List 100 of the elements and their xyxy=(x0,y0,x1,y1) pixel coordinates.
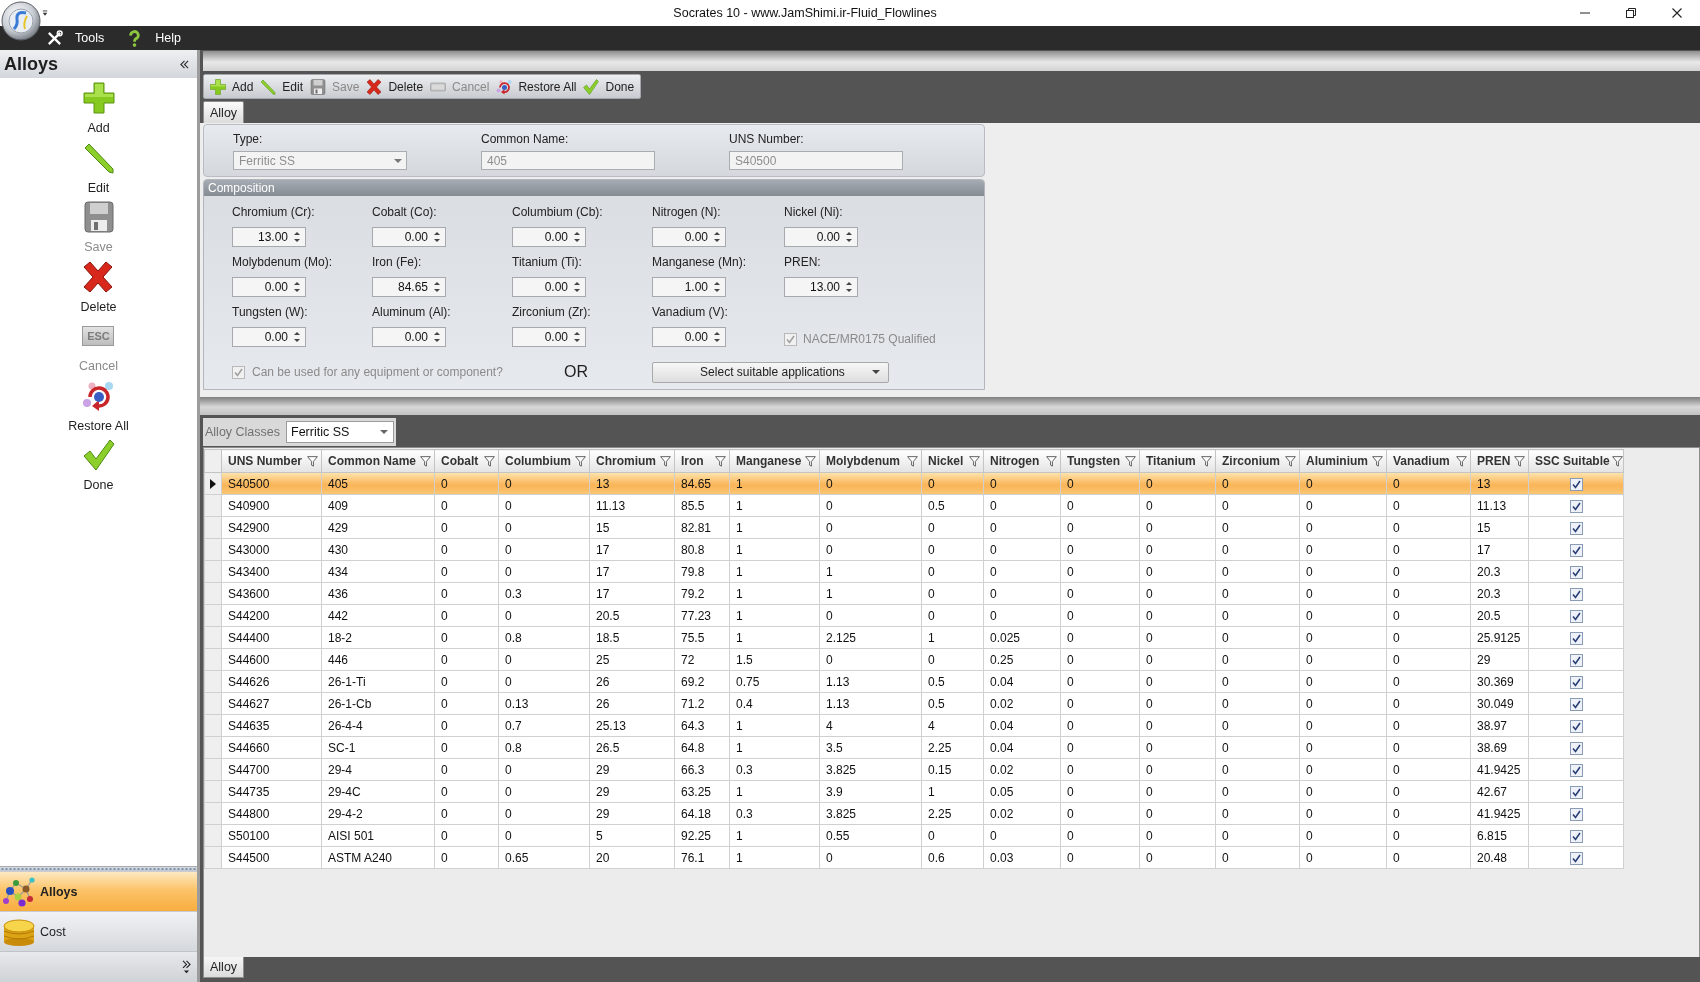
toolbar-button[interactable]: Edit xyxy=(257,75,307,98)
checkbox[interactable] xyxy=(1569,675,1583,689)
column-header[interactable]: Vanadium xyxy=(1386,449,1471,473)
checkbox[interactable] xyxy=(1569,477,1583,491)
filter-icon[interactable] xyxy=(420,455,431,467)
table-row[interactable]: S50100 AISI 501 0 0 5 92.25 1 0.55 0 0 0 0 0 0 0 6.815 xyxy=(204,824,1624,847)
column-header[interactable]: Iron xyxy=(674,449,730,473)
filter-icon[interactable] xyxy=(1514,455,1525,467)
splitter-bar[interactable] xyxy=(200,397,1700,415)
sidebar-action[interactable]: Done xyxy=(82,439,115,493)
column-header[interactable]: Nickel xyxy=(921,449,984,473)
number-spinner[interactable]: 84.65 xyxy=(372,277,446,297)
spin-arrows-icon[interactable] xyxy=(574,331,580,343)
double-chevron-left-icon[interactable] xyxy=(180,59,189,69)
column-header[interactable]: Cobalt xyxy=(434,449,499,473)
table-row[interactable]: S44735 29-4C 0 0 29 63.25 1 3.9 1 0.05 0 0 0 0 0 42.67 xyxy=(204,780,1624,803)
spin-arrows-icon[interactable] xyxy=(294,231,300,243)
column-header[interactable]: Tungsten xyxy=(1060,449,1140,473)
toolbar-button[interactable]: Restore All xyxy=(493,75,580,98)
checkbox[interactable] xyxy=(1569,631,1583,645)
checkbox[interactable] xyxy=(1569,719,1583,733)
table-row[interactable]: S44627 26-1-Cb 0 0.13 26 71.2 0.4 1.13 0.5 0.02 0 0 0 0 0 30.049 xyxy=(204,692,1624,715)
checkbox[interactable] xyxy=(1569,565,1583,579)
number-spinner[interactable]: 0.00 xyxy=(652,227,726,247)
table-row[interactable]: S44700 29-4 0 0 29 66.3 0.3 3.825 0.15 0.02 0 0 0 0 0 41.9425 xyxy=(204,758,1624,781)
spin-arrows-icon[interactable] xyxy=(846,231,852,243)
table-row[interactable]: S43400 434 0 0 17 79.8 1 1 0 0 0 0 0 0 0 20.3 xyxy=(204,560,1624,583)
table-row[interactable]: S42900 429 0 0 15 82.81 1 0 0 0 0 0 0 0 0 15 xyxy=(204,516,1624,539)
alloy-classes-dropdown[interactable]: Ferritic SS xyxy=(286,421,394,443)
column-header[interactable]: Common Name xyxy=(321,449,435,473)
spin-arrows-icon[interactable] xyxy=(294,281,300,293)
table-row[interactable]: S44500 ASTM A240 0 0.65 20 76.1 1 0 0.6 0.03 0 0 0 0 0 20.48 xyxy=(204,846,1624,869)
number-spinner[interactable]: 13.00 xyxy=(232,227,306,247)
table-row[interactable]: S43600 436 0 0.3 17 79.2 1 1 0 0 0 0 0 0 0 20.3 xyxy=(204,582,1624,605)
sidebar-action[interactable]: Restore All xyxy=(68,379,129,434)
nav-item[interactable]: Cost xyxy=(0,911,197,951)
spin-arrows-icon[interactable] xyxy=(714,281,720,293)
table-row[interactable]: S43000 430 0 0 17 80.8 1 0 0 0 0 0 0 0 0 17 xyxy=(204,538,1624,561)
filter-icon[interactable] xyxy=(969,455,980,467)
filter-icon[interactable] xyxy=(1456,455,1467,467)
tab[interactable]: Alloy xyxy=(203,101,245,123)
number-spinner[interactable]: 0.00 xyxy=(232,277,306,297)
sidebar-action[interactable]: Delete xyxy=(80,260,117,315)
sidebar-action[interactable]: Add xyxy=(82,82,115,136)
checkbox[interactable] xyxy=(1569,829,1583,843)
toolbar-button[interactable]: Done xyxy=(580,75,638,98)
menu-item[interactable]: Help xyxy=(124,27,183,49)
number-spinner[interactable]: 0.00 xyxy=(652,327,726,347)
nav-item[interactable]: Alloys xyxy=(0,871,197,911)
table-row[interactable]: S44800 29-4-2 0 0 29 64.18 0.3 3.825 2.25 0.02 0 0 0 0 0 41.9425 xyxy=(204,802,1624,825)
column-header[interactable]: Titanium xyxy=(1139,449,1216,473)
table-row[interactable]: S44635 26-4-4 0 0.7 25.13 64.3 1 4 4 0.04 0 0 0 0 0 38.97 xyxy=(204,714,1624,737)
checkbox[interactable] xyxy=(1569,851,1583,865)
checkbox[interactable] xyxy=(1569,609,1583,623)
number-spinner[interactable]: 0.00 xyxy=(372,327,446,347)
checkbox[interactable] xyxy=(1569,785,1583,799)
filter-icon[interactable] xyxy=(307,455,318,467)
filter-icon[interactable] xyxy=(1201,455,1212,467)
column-header[interactable]: Molybdenum xyxy=(819,449,922,473)
number-spinner[interactable]: 0.00 xyxy=(784,227,858,247)
table-row[interactable]: S44626 26-1-Ti 0 0 26 69.2 0.75 1.13 0.5 0.04 0 0 0 0 0 30.369 xyxy=(204,670,1624,693)
column-header[interactable]: Zirconium xyxy=(1215,449,1300,473)
checkbox[interactable] xyxy=(1569,499,1583,513)
spin-arrows-icon[interactable] xyxy=(434,281,440,293)
checkbox[interactable] xyxy=(1569,763,1583,777)
toolbar-button[interactable]: Delete xyxy=(363,75,427,98)
number-spinner[interactable]: 0.00 xyxy=(232,327,306,347)
menu-item[interactable]: Tools xyxy=(44,27,107,49)
checkbox[interactable] xyxy=(1569,807,1583,821)
spin-arrows-icon[interactable] xyxy=(714,331,720,343)
number-spinner[interactable]: 0.00 xyxy=(512,227,586,247)
filter-icon[interactable] xyxy=(1046,455,1057,467)
filter-icon[interactable] xyxy=(575,455,586,467)
table-row[interactable]: S44200 442 0 0 20.5 77.23 1 0 0 0 0 0 0 0 0 20.5 xyxy=(204,604,1624,627)
number-spinner[interactable]: 13.00 xyxy=(784,277,858,297)
spin-arrows-icon[interactable] xyxy=(574,231,580,243)
checkbox[interactable] xyxy=(1569,587,1583,601)
filter-icon[interactable] xyxy=(1125,455,1136,467)
column-header[interactable]: SSC Suitable xyxy=(1528,449,1624,473)
sidebar-action[interactable]: Edit xyxy=(82,141,115,196)
filter-icon[interactable] xyxy=(907,455,918,467)
spin-arrows-icon[interactable] xyxy=(846,281,852,293)
filter-icon[interactable] xyxy=(805,455,816,467)
splitter-grip[interactable] xyxy=(0,866,197,871)
filter-icon[interactable] xyxy=(660,455,671,467)
table-row[interactable]: S44600 446 0 0 25 72 1.5 0 0 0.25 0 0 0 0 0 29 xyxy=(204,648,1624,671)
spin-arrows-icon[interactable] xyxy=(434,231,440,243)
number-spinner[interactable]: 0.00 xyxy=(512,327,586,347)
filter-icon[interactable] xyxy=(484,455,495,467)
filter-icon[interactable] xyxy=(1611,455,1623,467)
spin-arrows-icon[interactable] xyxy=(574,281,580,293)
spin-arrows-icon[interactable] xyxy=(714,231,720,243)
column-header[interactable]: Aluminium xyxy=(1299,449,1387,473)
double-chevron-icon[interactable] xyxy=(182,960,191,974)
table-row[interactable]: S44660 SC-1 0 0.8 26.5 64.8 1 3.5 2.25 0.04 0 0 0 0 0 38.69 xyxy=(204,736,1624,759)
number-spinner[interactable]: 1.00 xyxy=(652,277,726,297)
table-row[interactable]: S40500 405 0 0 13 84.65 1 0 0 0 0 0 0 0 0 13 xyxy=(204,472,1624,495)
column-header[interactable]: Manganese xyxy=(729,449,820,473)
checkbox[interactable] xyxy=(1569,741,1583,755)
checkbox[interactable] xyxy=(1569,697,1583,711)
